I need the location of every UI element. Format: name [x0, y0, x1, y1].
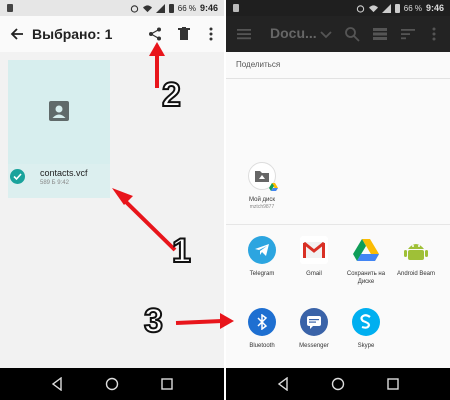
back-triangle-icon[interactable] — [50, 377, 64, 391]
share-button[interactable] — [146, 25, 164, 43]
share-app-skype[interactable]: Skype — [340, 308, 392, 350]
annotation-step-1: 1 — [171, 231, 192, 271]
apps-divider — [226, 224, 450, 225]
more-vert-icon[interactable] — [426, 26, 442, 42]
clock: 9:46 — [425, 3, 444, 13]
my-drive-label: Мой диск — [249, 197, 275, 203]
my-drive-account: mztch9877 — [249, 204, 275, 210]
sim-icon — [7, 4, 13, 12]
nav-bar — [226, 368, 450, 400]
sim-icon — [233, 4, 239, 12]
recents-square-icon[interactable] — [160, 377, 174, 391]
status-bar: 66 % 9:46 — [0, 0, 224, 16]
docs-title: Docu... — [270, 25, 317, 41]
share-app-android-beam[interactable]: Android Beam — [390, 236, 442, 278]
file-name: contacts.vcf — [40, 168, 88, 178]
drive-folder-icon — [248, 162, 278, 191]
share-target-my-drive[interactable]: Мой диск mztch9877 — [236, 162, 288, 211]
signal-icon — [381, 3, 391, 13]
app-label: Skype — [357, 343, 375, 349]
app-label: Messenger — [299, 343, 329, 349]
android-icon — [402, 236, 430, 264]
annotation-step-3: 3 — [143, 301, 164, 341]
share-sheet-title: Поделиться — [236, 60, 281, 69]
right-screen: 66 % 9:46 Docu... Поделиться Мой диск mz… — [226, 0, 450, 400]
skype-icon — [352, 308, 380, 336]
share-icon — [149, 27, 161, 41]
battery-icon — [394, 3, 400, 13]
alarm-icon — [130, 4, 138, 13]
share-app-save-to-drive[interactable]: Сохранить на Диске — [340, 236, 392, 286]
nav-bar — [0, 368, 224, 400]
selection-toolbar: Выбрано: 1 — [0, 16, 224, 52]
trash-icon — [178, 27, 190, 40]
share-app-gmail[interactable]: Gmail — [288, 236, 340, 278]
wifi-icon — [368, 4, 378, 12]
alarm-icon — [356, 4, 364, 13]
contact-file-icon — [49, 101, 69, 121]
messenger-icon — [300, 308, 328, 336]
menu-icon[interactable] — [236, 26, 252, 42]
selected-check-icon[interactable] — [10, 169, 25, 184]
app-label: Telegram — [249, 271, 275, 277]
wifi-icon — [142, 4, 152, 12]
chevron-down-icon[interactable] — [318, 26, 334, 42]
share-app-messenger[interactable]: Messenger — [288, 308, 340, 350]
file-meta: 589 Б 9:42 — [40, 180, 69, 186]
docs-toolbar: Docu... — [226, 16, 450, 52]
telegram-icon — [248, 236, 276, 264]
app-label: Bluetooth — [249, 343, 275, 349]
share-sheet-divider — [226, 78, 450, 79]
battery-icon — [168, 3, 174, 13]
clock: 9:46 — [199, 3, 218, 13]
gmail-icon — [300, 236, 328, 264]
battery-percent: 66 % — [403, 3, 422, 13]
home-circle-icon[interactable] — [331, 377, 345, 391]
battery-percent: 66 % — [177, 3, 196, 13]
selection-title: Выбрано: 1 — [32, 26, 113, 42]
home-circle-icon[interactable] — [105, 377, 119, 391]
more-vert-icon — [209, 27, 213, 41]
more-options-button[interactable] — [202, 25, 220, 43]
signal-icon — [155, 3, 165, 13]
app-label: Android Beam — [396, 271, 436, 277]
delete-button[interactable] — [175, 25, 193, 43]
bluetooth-icon — [248, 308, 276, 336]
status-bar: 66 % 9:46 — [226, 0, 450, 16]
share-app-bluetooth[interactable]: Bluetooth — [236, 308, 288, 350]
recents-square-icon[interactable] — [386, 377, 400, 391]
app-label: Сохранить на Диске — [346, 271, 386, 285]
left-screen: 66 % 9:46 Выбрано: 1 contacts.vcf 589 Б … — [0, 0, 224, 400]
app-label: Gmail — [306, 271, 322, 277]
list-view-icon[interactable] — [372, 26, 388, 42]
back-triangle-icon[interactable] — [276, 377, 290, 391]
search-icon[interactable] — [344, 26, 360, 42]
annotation-step-2: 2 — [161, 75, 182, 115]
google-drive-icon — [352, 236, 380, 264]
share-app-telegram[interactable]: Telegram — [236, 236, 288, 278]
sort-icon[interactable] — [400, 26, 416, 42]
back-arrow-icon[interactable] — [10, 27, 24, 41]
